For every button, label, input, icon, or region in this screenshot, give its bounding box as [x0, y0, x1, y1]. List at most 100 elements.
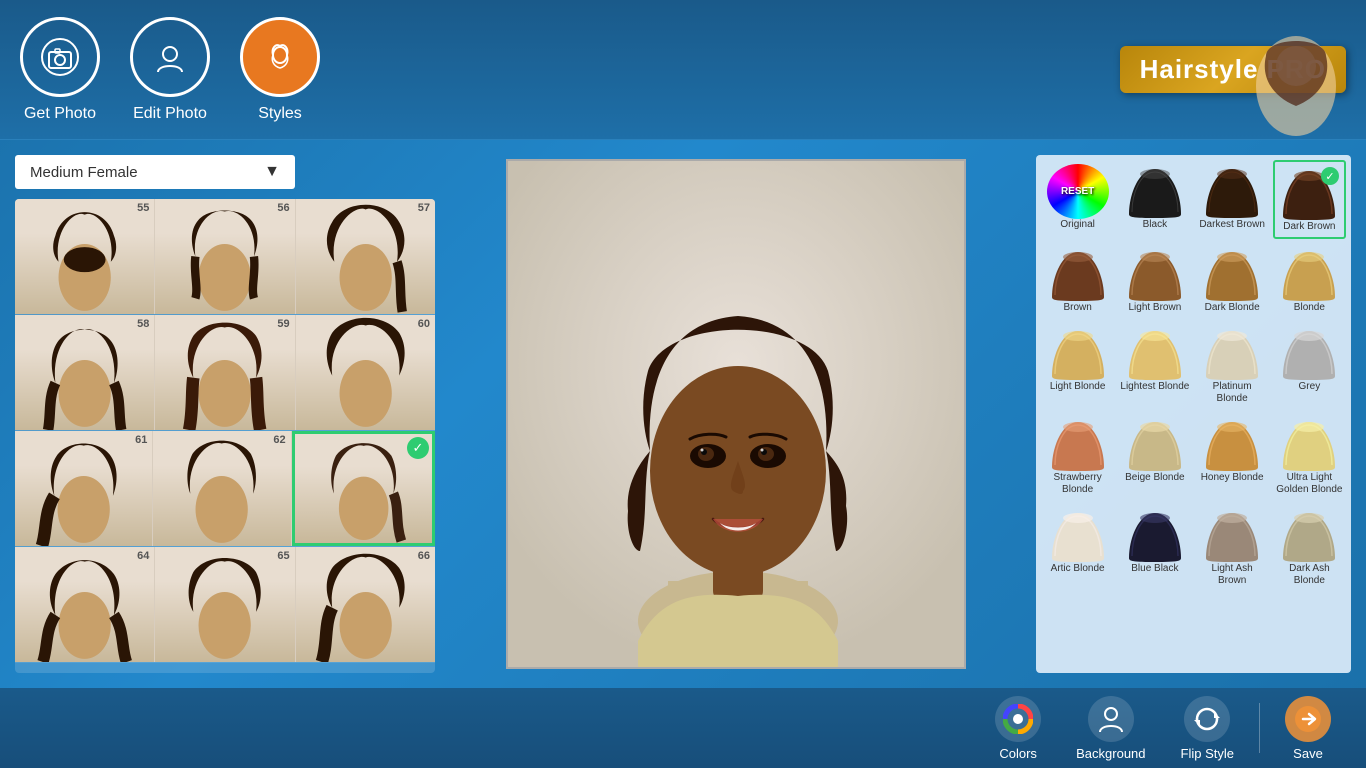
flip-style-label: Flip Style — [1181, 746, 1234, 761]
style-number-61: 61 — [135, 434, 147, 446]
color-cell-brown[interactable]: Brown — [1041, 243, 1114, 318]
style-cell-61[interactable]: 61 — [15, 431, 153, 546]
color-label-dark-ash-blonde: Dark Ash Blonde — [1275, 563, 1344, 587]
top-bar: Get Photo Edit Photo Styles Hairstyle PR… — [0, 0, 1366, 140]
flip-style-button[interactable]: Flip Style — [1166, 691, 1249, 766]
artic-blonde-swatch — [1047, 508, 1109, 563]
color-cell-ultra-light-golden-blonde[interactable]: Ultra Light Golden Blonde — [1273, 413, 1346, 500]
style-cell-60[interactable]: 60 — [296, 315, 435, 430]
style-number-64: 64 — [137, 550, 149, 562]
color-cell-darkest-brown[interactable]: Darkest Brown — [1196, 160, 1269, 239]
style-cell-63[interactable]: ✓ — [292, 431, 435, 546]
color-cell-platinum-blonde[interactable]: Platinum Blonde — [1196, 322, 1269, 409]
style-cell-66[interactable]: 66 — [296, 547, 435, 662]
color-label-light-brown: Light Brown — [1128, 302, 1181, 314]
color-cell-strawberry-blonde[interactable]: Strawberry Blonde — [1041, 413, 1114, 500]
style-cell-58[interactable]: 58 — [15, 315, 155, 430]
color-cell-artic-blonde[interactable]: Artic Blonde — [1041, 504, 1114, 591]
edit-photo-label: Edit Photo — [133, 105, 207, 123]
dropdown-container: Medium Female ▼ — [15, 155, 435, 189]
style-cell-62[interactable]: 62 — [153, 431, 291, 546]
style-dropdown[interactable]: Medium Female ▼ — [15, 155, 295, 189]
save-icon — [1285, 696, 1331, 742]
light-blonde-swatch — [1047, 326, 1109, 381]
style-number-58: 58 — [137, 318, 149, 330]
color-cell-blonde[interactable]: Blonde — [1273, 243, 1346, 318]
center-panel — [450, 155, 1021, 673]
styles-label: Styles — [258, 105, 302, 123]
arrow-right-icon — [1293, 704, 1323, 734]
dark-brown-checkmark: ✓ — [1321, 167, 1339, 185]
nav-edit-photo[interactable]: Edit Photo — [130, 17, 210, 123]
style-row-4: 64 65 — [15, 547, 435, 663]
style-cell-55[interactable]: 55 — [15, 199, 155, 314]
black-swatch — [1124, 164, 1186, 219]
ultra-light-golden-blonde-swatch — [1278, 417, 1340, 472]
selected-checkmark: ✓ — [407, 437, 429, 459]
blue-black-swatch — [1124, 508, 1186, 563]
color-label-black: Black — [1143, 219, 1167, 231]
dropdown-label: Medium Female — [30, 164, 138, 181]
style-cell-57[interactable]: 57 — [296, 199, 435, 314]
brown-swatch — [1047, 247, 1109, 302]
light-ash-brown-swatch — [1201, 508, 1263, 563]
bottom-divider — [1259, 703, 1260, 753]
flip-style-icon — [1184, 696, 1230, 742]
color-cell-black[interactable]: Black — [1118, 160, 1191, 239]
nav-get-photo[interactable]: Get Photo — [20, 17, 100, 123]
color-label-original: Original — [1060, 219, 1094, 231]
reset-swatch: RESET — [1047, 164, 1109, 219]
color-label-artic-blonde: Artic Blonde — [1051, 563, 1105, 575]
style-number-55: 55 — [137, 202, 149, 214]
color-cell-blue-black[interactable]: Blue Black — [1118, 504, 1191, 591]
color-cell-light-ash-brown[interactable]: Light Ash Brown — [1196, 504, 1269, 591]
color-cell-dark-brown[interactable]: ✓ Dark Brown — [1273, 160, 1346, 239]
background-button[interactable]: Background — [1061, 691, 1160, 766]
bottom-bar: Colors Background Flip Style — [0, 688, 1366, 768]
colors-button[interactable]: Colors — [980, 691, 1056, 766]
color-label-ultra-light-golden-blonde: Ultra Light Golden Blonde — [1275, 472, 1344, 496]
color-cell-grey[interactable]: Grey — [1273, 322, 1346, 409]
color-label-honey-blonde: Honey Blonde — [1201, 472, 1264, 484]
person-icon — [1096, 704, 1126, 734]
color-cell-beige-blonde[interactable]: Beige Blonde — [1118, 413, 1191, 500]
lightest-blonde-swatch — [1124, 326, 1186, 381]
strawberry-blonde-swatch — [1047, 417, 1109, 472]
style-number-60: 60 — [418, 318, 430, 330]
background-icon — [1088, 696, 1134, 742]
color-cell-light-brown[interactable]: Light Brown — [1118, 243, 1191, 318]
style-grid: 55 56 — [15, 199, 435, 673]
style-cell-64[interactable]: 64 — [15, 547, 155, 662]
dark-ash-blonde-swatch — [1278, 508, 1340, 563]
light-brown-swatch — [1124, 247, 1186, 302]
style-number-59: 59 — [277, 318, 289, 330]
logo-area: Hairstyle PRO — [1120, 46, 1346, 93]
style-number-66: 66 — [418, 550, 430, 562]
style-row-3: 61 62 — [15, 431, 435, 547]
style-number-56: 56 — [277, 202, 289, 214]
color-label-lightest-blonde: Lightest Blonde — [1120, 381, 1189, 393]
color-cell-lightest-blonde[interactable]: Lightest Blonde — [1118, 322, 1191, 409]
style-number-62: 62 — [273, 434, 285, 446]
beige-blonde-swatch — [1124, 417, 1186, 472]
color-cell-original[interactable]: RESET Original — [1041, 160, 1114, 239]
color-cell-light-blonde[interactable]: Light Blonde — [1041, 322, 1114, 409]
color-cell-dark-ash-blonde[interactable]: Dark Ash Blonde — [1273, 504, 1346, 591]
color-label-beige-blonde: Beige Blonde — [1125, 472, 1185, 484]
refresh-icon — [1192, 704, 1222, 734]
edit-photo-icon — [130, 17, 210, 97]
nav-styles[interactable]: Styles — [240, 17, 320, 123]
color-wheel-icon — [1003, 704, 1033, 734]
save-button[interactable]: Save — [1270, 691, 1346, 766]
dark-blonde-swatch — [1201, 247, 1263, 302]
style-cell-65[interactable]: 65 — [155, 547, 295, 662]
style-cell-56[interactable]: 56 — [155, 199, 295, 314]
style-row-2: 58 59 — [15, 315, 435, 431]
blonde-swatch — [1278, 247, 1340, 302]
color-label-light-ash-brown: Light Ash Brown — [1198, 563, 1267, 587]
color-label-light-blonde: Light Blonde — [1050, 381, 1106, 393]
color-cell-honey-blonde[interactable]: Honey Blonde — [1196, 413, 1269, 500]
color-label-blonde: Blonde — [1294, 302, 1325, 314]
color-cell-dark-blonde[interactable]: Dark Blonde — [1196, 243, 1269, 318]
style-cell-59[interactable]: 59 — [155, 315, 295, 430]
